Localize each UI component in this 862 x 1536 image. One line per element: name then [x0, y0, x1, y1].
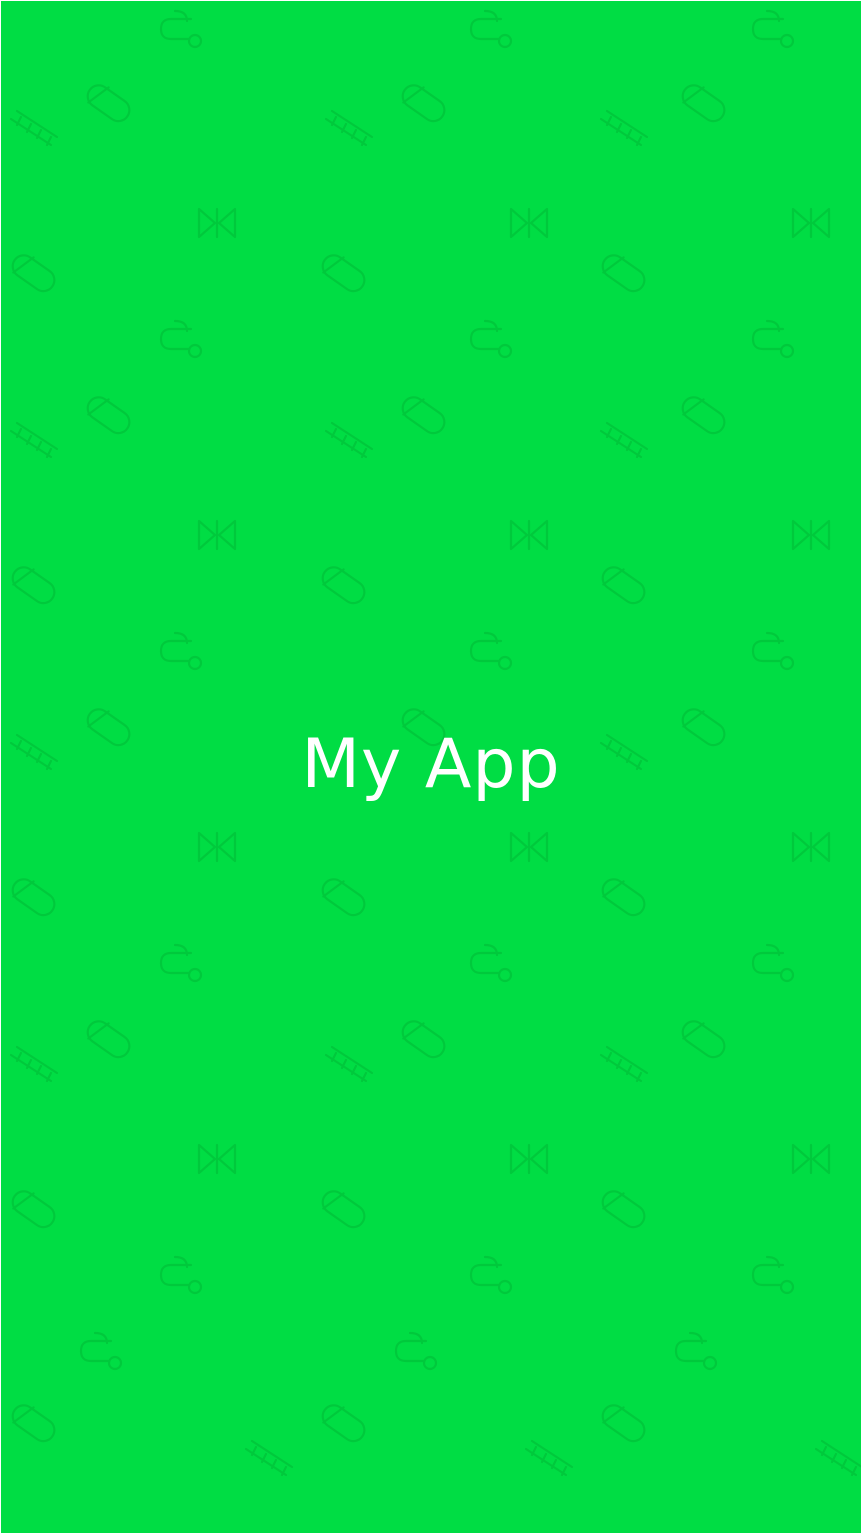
app-title: My App	[301, 725, 561, 804]
splash-screen: My App	[1, 1, 861, 1533]
